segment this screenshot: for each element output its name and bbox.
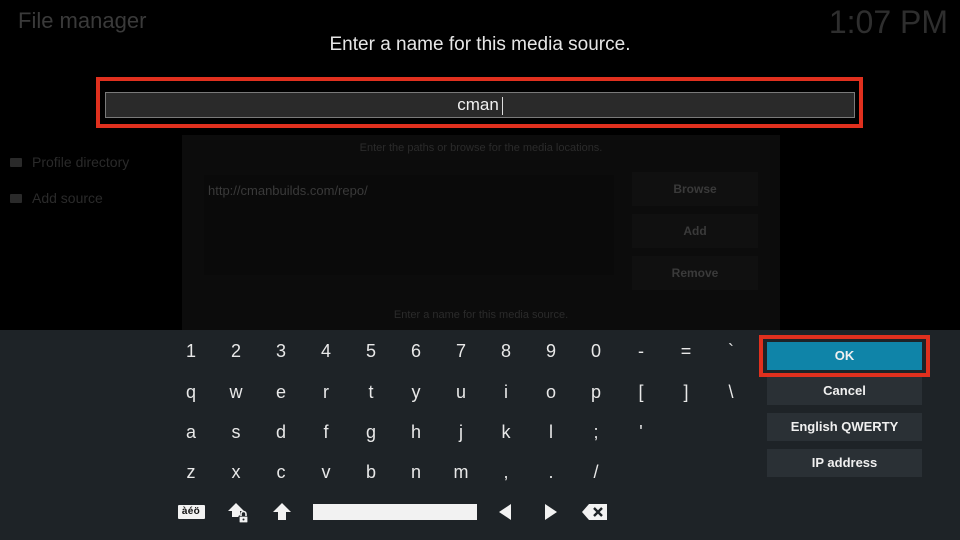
shift-lock-icon bbox=[228, 503, 249, 524]
dialog-heading: Enter a name for this media source. bbox=[329, 34, 631, 55]
key[interactable]: c bbox=[261, 459, 301, 485]
key[interactable]: h bbox=[396, 419, 436, 445]
remove-button[interactable]: Remove bbox=[632, 256, 758, 290]
accent-key[interactable]: àéö bbox=[176, 501, 206, 523]
key[interactable]: , bbox=[486, 459, 526, 485]
key[interactable]: s bbox=[216, 419, 256, 445]
sidebar-item-label: Add source bbox=[32, 190, 103, 206]
key[interactable]: b bbox=[351, 459, 391, 485]
key[interactable]: ; bbox=[576, 419, 616, 445]
sidebar-item-add-source[interactable]: Add source bbox=[10, 190, 103, 206]
key[interactable]: i bbox=[486, 379, 526, 405]
key[interactable]: 4 bbox=[306, 338, 346, 364]
key[interactable]: j bbox=[441, 419, 481, 445]
on-screen-keyboard: 1 2 3 4 5 6 7 8 9 0- = ` q w e r t y u i o p[] \ a s d f g h j k l; ' z x c… bbox=[0, 330, 960, 540]
key[interactable]: 0 bbox=[576, 338, 616, 364]
ip-address-button[interactable]: IP address bbox=[767, 449, 922, 477]
key[interactable]: v bbox=[306, 459, 346, 485]
input-value: cman bbox=[457, 95, 499, 114]
arrow-right-icon bbox=[545, 504, 557, 520]
name-hint: Enter a name for this media source. bbox=[393, 309, 569, 321]
sidebar-item-profile-directory[interactable]: Profile directory bbox=[10, 154, 129, 170]
shift-icon bbox=[273, 503, 291, 520]
key[interactable]: 5 bbox=[351, 338, 391, 364]
key[interactable]: 1 bbox=[171, 338, 211, 364]
key[interactable]: \ bbox=[711, 379, 751, 405]
key[interactable]: p bbox=[576, 379, 616, 405]
key[interactable]: q bbox=[171, 379, 211, 405]
key[interactable]: - bbox=[621, 338, 661, 364]
add-button[interactable]: Add bbox=[632, 214, 758, 248]
key[interactable]: w bbox=[216, 379, 256, 405]
key[interactable]: 9 bbox=[531, 338, 571, 364]
key[interactable]: 7 bbox=[441, 338, 481, 364]
name-input[interactable]: cman bbox=[105, 92, 855, 118]
key[interactable]: 6 bbox=[396, 338, 436, 364]
key[interactable]: u bbox=[441, 379, 481, 405]
arrow-left-icon bbox=[499, 504, 511, 520]
key[interactable]: / bbox=[576, 459, 616, 485]
shift-lock-key[interactable] bbox=[224, 500, 252, 526]
key[interactable]: = bbox=[666, 338, 706, 364]
keyboard-layout-button[interactable]: English QWERTY bbox=[767, 413, 922, 441]
text-caret bbox=[501, 96, 503, 115]
cursor-left-key[interactable] bbox=[494, 501, 516, 523]
folder-icon bbox=[10, 193, 22, 203]
space-key[interactable] bbox=[313, 504, 477, 520]
key[interactable]: 2 bbox=[216, 338, 256, 364]
key[interactable]: [ bbox=[621, 379, 661, 405]
key[interactable]: . bbox=[531, 459, 571, 485]
key[interactable]: 3 bbox=[261, 338, 301, 364]
app-title: File manager bbox=[18, 8, 147, 33]
add-source-dialog: Enter the paths or browse for the media … bbox=[182, 135, 780, 330]
ok-button[interactable]: OK bbox=[767, 342, 922, 370]
key[interactable]: r bbox=[306, 379, 346, 405]
key[interactable]: l bbox=[531, 419, 571, 445]
key[interactable]: 8 bbox=[486, 338, 526, 364]
cancel-button[interactable]: Cancel bbox=[767, 377, 922, 405]
paths-hint: Enter the paths or browse for the media … bbox=[359, 142, 603, 154]
key[interactable]: k bbox=[486, 419, 526, 445]
accent-label: àéö bbox=[177, 505, 205, 519]
key[interactable]: y bbox=[396, 379, 436, 405]
cursor-right-key[interactable] bbox=[540, 501, 562, 523]
key[interactable]: e bbox=[261, 379, 301, 405]
key[interactable]: ` bbox=[711, 338, 751, 364]
shift-key[interactable] bbox=[269, 501, 295, 523]
key[interactable]: z bbox=[171, 459, 211, 485]
source-url[interactable]: http://cmanbuilds.com/repo/ bbox=[208, 183, 368, 198]
sidebar-item-label: Profile directory bbox=[32, 154, 130, 170]
key[interactable]: ] bbox=[666, 379, 706, 405]
key[interactable]: o bbox=[531, 379, 571, 405]
backspace-key[interactable] bbox=[580, 502, 610, 522]
key[interactable]: g bbox=[351, 419, 391, 445]
key[interactable]: m bbox=[441, 459, 481, 485]
key[interactable]: x bbox=[216, 459, 256, 485]
key[interactable]: ' bbox=[621, 419, 661, 445]
key[interactable]: n bbox=[396, 459, 436, 485]
key[interactable]: f bbox=[306, 419, 346, 445]
key[interactable]: d bbox=[261, 419, 301, 445]
folder-icon bbox=[10, 157, 22, 167]
browse-button[interactable]: Browse bbox=[632, 172, 758, 206]
key[interactable]: t bbox=[351, 379, 391, 405]
key[interactable]: a bbox=[171, 419, 211, 445]
backspace-icon bbox=[582, 504, 607, 520]
